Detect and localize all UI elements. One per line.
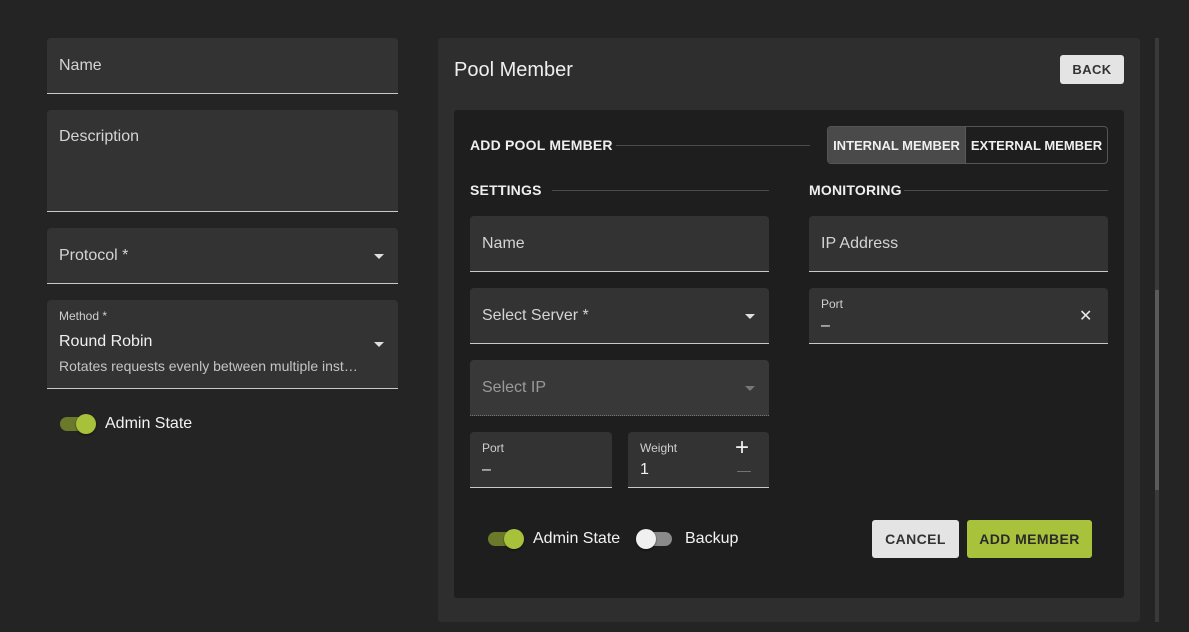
method-select[interactable]: Method * Round Robin Rotates requests ev… xyxy=(47,300,398,389)
backup-toggle[interactable] xyxy=(636,528,674,550)
ip-address-field[interactable]: IP Address xyxy=(809,216,1108,272)
member-admin-state-toggle[interactable] xyxy=(486,528,524,550)
member-port-label: Port xyxy=(482,441,505,455)
toggle-thumb xyxy=(636,529,656,549)
name-field-placeholder: Name xyxy=(59,56,102,74)
toggle-thumb xyxy=(76,414,96,434)
plus-icon[interactable]: + xyxy=(735,434,749,462)
panel-title: Pool Member xyxy=(454,59,573,81)
tab-external-member[interactable]: EXTERNAL MEMBER xyxy=(966,127,1107,163)
chevron-down-icon xyxy=(745,386,755,391)
description-field-placeholder: Description xyxy=(59,128,140,145)
method-select-value: Round Robin xyxy=(59,333,153,350)
divider xyxy=(904,190,1108,191)
minus-icon[interactable]: — xyxy=(737,462,751,478)
add-pool-member-title: ADD POOL MEMBER xyxy=(470,137,613,153)
member-type-toggle: INTERNAL MEMBER EXTERNAL MEMBER xyxy=(827,126,1108,164)
protocol-select[interactable]: Protocol * xyxy=(47,228,398,284)
backup-label: Backup xyxy=(685,530,739,547)
member-port-field[interactable]: Port – xyxy=(470,432,612,488)
left-admin-state-toggle[interactable] xyxy=(58,413,96,435)
monitoring-title: MONITORING xyxy=(809,182,902,198)
divider xyxy=(616,145,810,146)
member-name-placeholder: Name xyxy=(482,234,525,252)
description-field[interactable]: Description xyxy=(47,110,398,212)
cancel-button[interactable]: CANCEL xyxy=(872,520,959,558)
protocol-select-placeholder: Protocol * xyxy=(59,246,129,264)
settings-title: SETTINGS xyxy=(470,182,542,198)
method-select-label: Method * xyxy=(59,309,108,323)
monitoring-port-value: – xyxy=(821,317,830,334)
ip-address-placeholder: IP Address xyxy=(821,234,899,252)
add-member-button[interactable]: ADD MEMBER xyxy=(967,520,1092,558)
member-admin-state-label: Admin State xyxy=(533,530,621,547)
scrollbar[interactable] xyxy=(1155,38,1159,622)
select-server-placeholder: Select Server * xyxy=(482,306,589,324)
close-icon[interactable]: ✕ xyxy=(1079,306,1092,326)
method-helper-text: Rotates requests evenly between multiple… xyxy=(59,358,358,374)
divider xyxy=(552,190,769,191)
scrollbar-thumb[interactable] xyxy=(1155,290,1159,490)
chevron-down-icon xyxy=(374,342,384,347)
select-server-dropdown[interactable]: Select Server * xyxy=(470,288,769,344)
weight-label: Weight xyxy=(640,441,678,455)
name-field[interactable]: Name xyxy=(47,38,398,94)
back-button[interactable]: BACK xyxy=(1060,55,1124,84)
tab-internal-member[interactable]: INTERNAL MEMBER xyxy=(828,127,966,163)
chevron-down-icon xyxy=(374,254,384,259)
member-port-value: – xyxy=(482,461,491,478)
monitoring-port-label: Port xyxy=(821,297,844,311)
select-ip-placeholder: Select IP xyxy=(482,378,547,396)
weight-value: 1 xyxy=(640,461,649,478)
left-admin-state-label: Admin State xyxy=(105,415,193,432)
member-name-field[interactable]: Name xyxy=(470,216,769,272)
monitoring-port-field[interactable]: Port – ✕ xyxy=(809,288,1108,344)
chevron-down-icon xyxy=(745,314,755,319)
select-ip-dropdown: Select IP xyxy=(470,360,769,416)
weight-stepper[interactable]: Weight 1 + — xyxy=(628,432,769,488)
toggle-thumb xyxy=(504,529,524,549)
